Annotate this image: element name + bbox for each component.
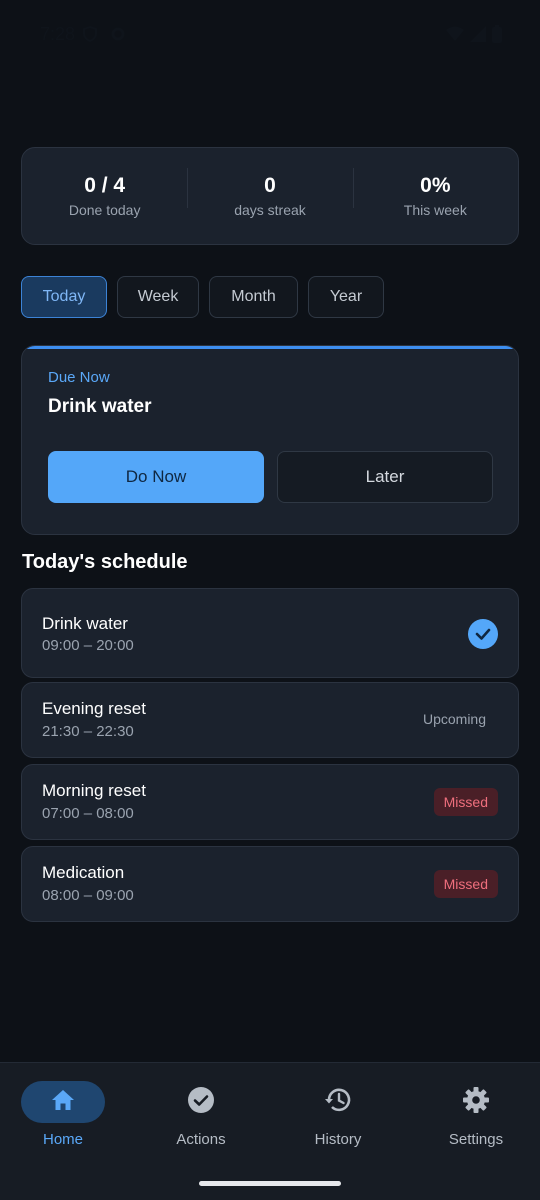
stat-value: 0 / 4 — [84, 174, 126, 197]
check-circle-icon — [187, 1086, 215, 1119]
home-indicator-bar[interactable] — [199, 1181, 341, 1186]
stat-label: Done today — [68, 202, 141, 218]
schedule-item-name: Evening reset — [42, 699, 146, 718]
schedule-item-name: Morning reset — [42, 781, 146, 800]
home-icon — [50, 1088, 76, 1117]
tab-today[interactable]: Today — [21, 276, 107, 318]
status-missed-badge: Missed — [433, 870, 498, 898]
tab-year[interactable]: Year — [308, 276, 384, 318]
wifi-icon — [446, 26, 464, 47]
stat-label: This week — [403, 202, 467, 218]
schedule-item-time: 08:00 – 09:00 — [42, 887, 134, 904]
nav-settings[interactable]: Settings — [421, 1081, 531, 1148]
schedule-item-time: 21:30 – 22:30 — [42, 723, 134, 740]
stat-streak: 0 days streak — [187, 168, 352, 218]
nav-actions-icon-wrap — [159, 1081, 243, 1123]
schedule-item-time: 07:00 – 08:00 — [42, 805, 134, 822]
status-icons — [446, 25, 502, 48]
stats-card: 0 / 4 Done today 0 days streak 0% This w… — [21, 147, 519, 245]
status-bar: 7:28 — [0, 0, 540, 66]
history-icon — [323, 1086, 353, 1119]
status-upcoming: Upcoming — [422, 711, 486, 727]
schedule-title: Today's schedule — [22, 551, 188, 573]
period-tabs: Today Week Month Year — [21, 276, 384, 318]
gear-icon — [462, 1086, 490, 1119]
tab-week[interactable]: Week — [117, 276, 199, 318]
nav-label: History — [314, 1131, 362, 1148]
app-screen: 7:28 0 / 4 Done today 0 days streak 0% T… — [0, 0, 540, 1200]
due-now-label: Due Now — [48, 369, 110, 386]
battery-icon — [492, 25, 502, 48]
shield-icon — [82, 25, 98, 43]
nav-actions[interactable]: Actions — [146, 1081, 256, 1148]
stat-done-today: 0 / 4 Done today — [22, 174, 187, 218]
gear-status-icon — [110, 26, 126, 42]
do-now-button[interactable]: Do Now — [48, 451, 264, 503]
stat-value: 0 — [264, 174, 276, 197]
later-button[interactable]: Later — [277, 451, 493, 503]
bottom-nav: Home Actions History Settings — [0, 1062, 540, 1200]
schedule-item[interactable]: Morning reset 07:00 – 08:00 Missed — [21, 764, 519, 840]
due-now-title: Drink water — [48, 396, 152, 417]
schedule-item[interactable]: Evening reset 21:30 – 22:30 Upcoming — [21, 682, 519, 758]
stat-value: 0% — [420, 174, 451, 197]
nav-history[interactable]: History — [283, 1081, 393, 1148]
nav-home-indicator — [21, 1081, 105, 1123]
schedule-item[interactable]: Medication 08:00 – 09:00 Missed — [21, 846, 519, 922]
nav-settings-icon-wrap — [434, 1081, 518, 1123]
status-missed-badge: Missed — [433, 788, 498, 816]
tab-month[interactable]: Month — [209, 276, 298, 318]
nav-label: Settings — [448, 1131, 504, 1148]
check-icon — [468, 619, 498, 649]
nav-home[interactable]: Home — [8, 1081, 118, 1148]
nav-label: Actions — [176, 1131, 226, 1148]
stat-this-week: 0% This week — [352, 168, 518, 218]
schedule-item[interactable]: Drink water 09:00 – 20:00 — [21, 588, 519, 678]
due-now-card: Due Now Drink water Do Now Later — [21, 345, 519, 535]
schedule-item-name: Drink water — [42, 614, 128, 633]
stat-label: days streak — [234, 202, 306, 218]
nav-history-icon-wrap — [296, 1081, 380, 1123]
schedule-list: Drink water 09:00 – 20:00 Evening reset … — [21, 588, 519, 928]
status-time: 7:28 — [40, 24, 76, 44]
schedule-item-time: 09:00 – 20:00 — [42, 637, 134, 654]
signal-icon — [470, 26, 486, 47]
schedule-item-name: Medication — [42, 863, 125, 882]
nav-label: Home — [42, 1131, 83, 1148]
